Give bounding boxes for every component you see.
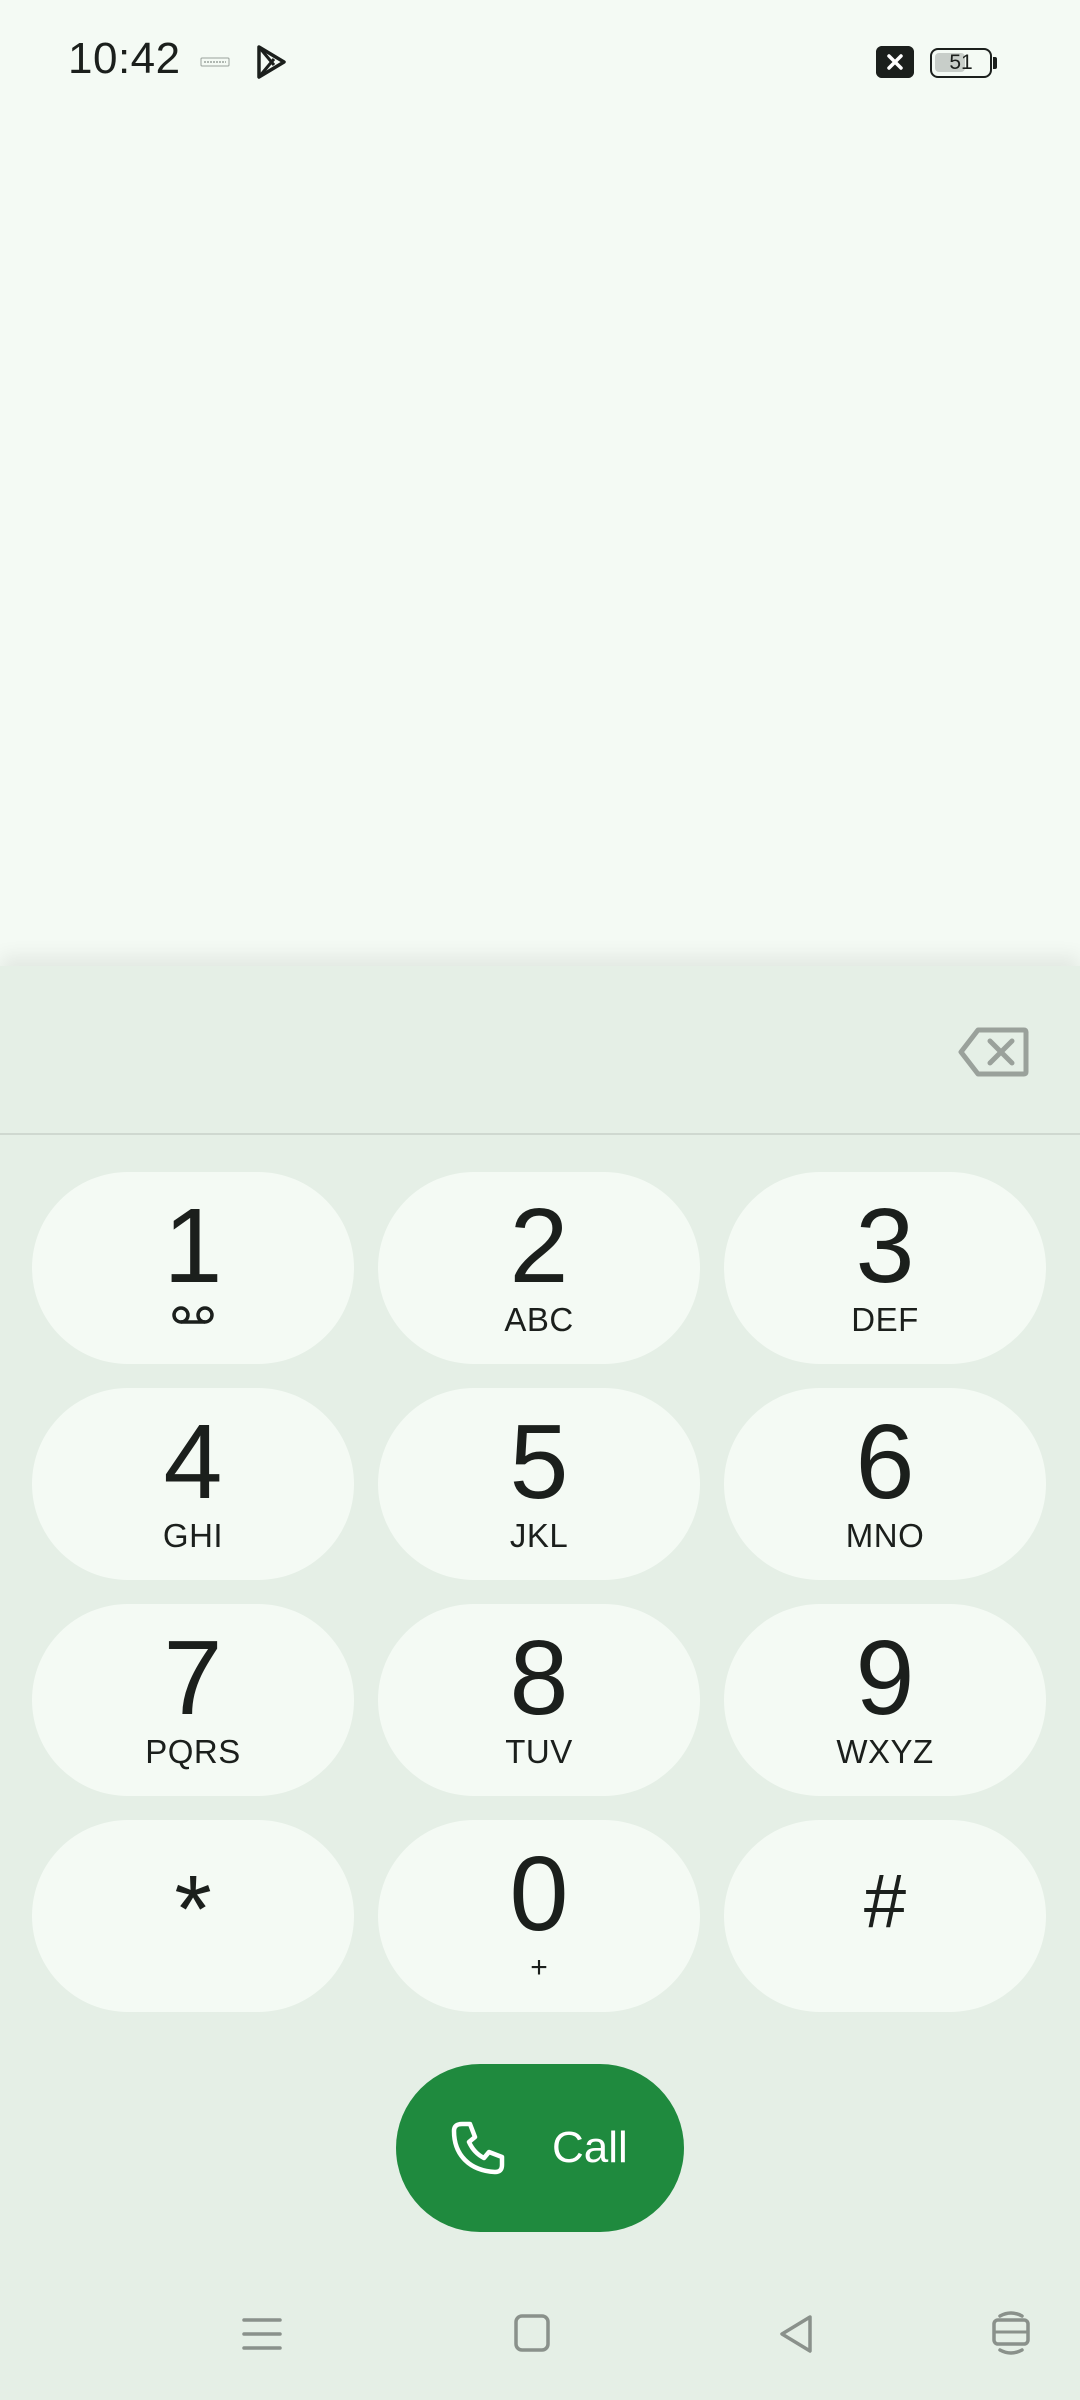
home-icon[interactable]: [512, 2312, 552, 2354]
key-digit: 9: [855, 1619, 915, 1737]
key-9[interactable]: 9 WXYZ: [724, 1604, 1046, 1796]
notification-icon: [200, 57, 230, 67]
battery-level: 51: [949, 51, 973, 74]
call-label: Call: [552, 2123, 628, 2172]
key-0[interactable]: 0 +: [378, 1820, 700, 2012]
key-digit: 5: [509, 1403, 569, 1521]
key-pound[interactable]: #: [724, 1820, 1046, 2012]
key-letters: TUV: [505, 1733, 573, 1770]
key-7[interactable]: 7 PQRS: [32, 1604, 354, 1796]
key-letters: PQRS: [145, 1733, 241, 1770]
play-store-icon: [257, 45, 286, 79]
digits-display[interactable]: [60, 1006, 900, 1096]
digits-area: [0, 966, 1080, 1135]
battery-nub: [993, 57, 997, 69]
key-6[interactable]: 6 MNO: [724, 1388, 1046, 1580]
key-4[interactable]: 4 GHI: [32, 1388, 354, 1580]
key-digit: *: [174, 1856, 212, 1963]
menu-icon[interactable]: [240, 2312, 284, 2356]
key-digit: 0: [509, 1835, 569, 1953]
key-3[interactable]: 3 DEF: [724, 1172, 1046, 1364]
key-letters: DEF: [851, 1301, 919, 1338]
key-star[interactable]: *: [32, 1820, 354, 2012]
key-digit: 7: [163, 1619, 223, 1737]
key-digit: #: [863, 1859, 907, 1944]
dialer-screen: 10:42 51 1 2 ABC 3 DEF 4 GHI 5 JKL 6 MNO…: [0, 0, 1080, 2400]
key-digit: 4: [163, 1403, 223, 1521]
battery-icon: 51: [930, 48, 998, 78]
navigation-bar: [0, 2282, 1080, 2392]
close-badge-icon: [876, 46, 914, 78]
key-letters: JKL: [509, 1517, 569, 1554]
key-letters: MNO: [845, 1517, 925, 1554]
key-digit: 3: [855, 1187, 915, 1305]
key-digit: 8: [509, 1619, 569, 1737]
phone-icon: [451, 2121, 505, 2175]
key-digit: 6: [855, 1403, 915, 1521]
back-icon[interactable]: [776, 2312, 816, 2356]
key-8[interactable]: 8 TUV: [378, 1604, 700, 1796]
key-letters: ABC: [504, 1301, 574, 1338]
key-digit: 2: [509, 1187, 569, 1305]
call-button[interactable]: Call: [396, 2064, 684, 2232]
key-2[interactable]: 2 ABC: [378, 1172, 700, 1364]
voicemail-icon: [172, 1306, 214, 1324]
key-letters: WXYZ: [836, 1733, 934, 1770]
key-letters: +: [530, 1951, 548, 1984]
digits-divider: [0, 1133, 1080, 1135]
backspace-icon[interactable]: [958, 1026, 1030, 1078]
key-1[interactable]: 1: [32, 1172, 354, 1364]
status-clock: 10:42: [68, 34, 181, 83]
key-5[interactable]: 5 JKL: [378, 1388, 700, 1580]
key-digit: 1: [163, 1187, 223, 1305]
rotate-icon[interactable]: [990, 2308, 1032, 2358]
status-bar: 10:42 51: [0, 0, 1080, 130]
key-letters: GHI: [162, 1517, 224, 1554]
dialpad-sheet: 1 2 ABC 3 DEF 4 GHI 5 JKL 6 MNO 7 PQRS 8…: [0, 966, 1080, 2400]
